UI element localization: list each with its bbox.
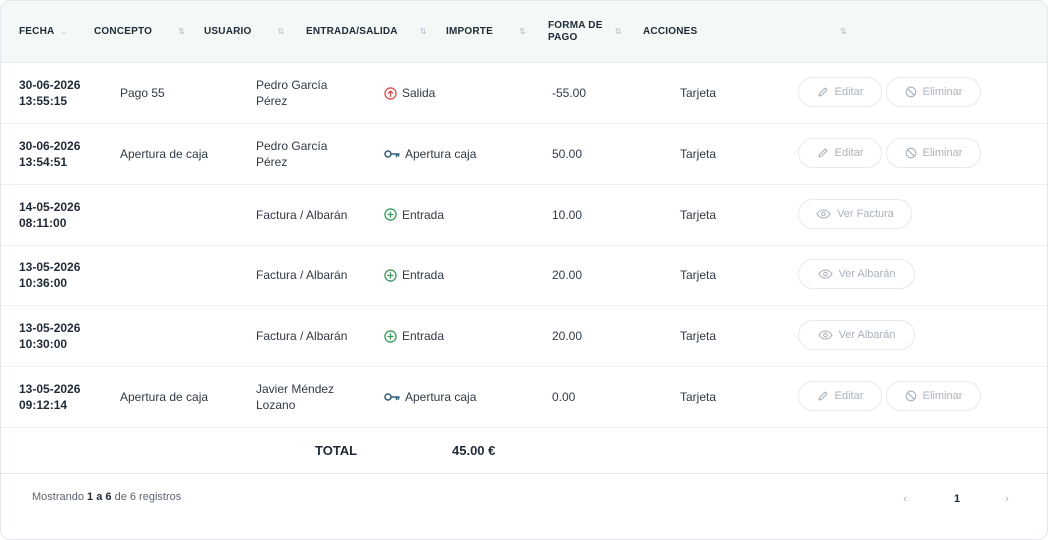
sort-icon: ⇅ — [614, 27, 622, 36]
header-importe[interactable]: IMPORTE ⇅ — [446, 1, 526, 62]
sort-icon: ⇅ — [518, 27, 526, 36]
cell-fecha: 13-05-2026 10:36:00 — [19, 260, 81, 291]
cell-forma-pago: Tarjeta — [680, 207, 717, 222]
view-delivery-note-button[interactable]: Ver Albarán — [798, 320, 915, 351]
cell-concepto: Pago 55 — [120, 86, 165, 100]
header-concepto[interactable]: CONCEPTO ⇅ — [94, 1, 185, 62]
cell-concepto: Apertura de caja — [120, 146, 209, 161]
cell-usuario: Factura / Albarán — [256, 268, 348, 283]
delete-button[interactable]: Eliminar — [886, 77, 981, 107]
cell-importe: 50.00 — [552, 146, 583, 161]
sort-icon: ⇅ — [419, 27, 427, 36]
cell-fecha: 30-06-2026 13:55:15 — [19, 78, 81, 108]
delete-button[interactable]: Eliminar — [886, 381, 981, 411]
table-row: 14-05-2026 08:11:00 Factura / Albarán Entra… — [1, 185, 1047, 246]
table-row: 13-05-2026 10:36:00 Factura / Albarán Entra… — [1, 245, 1047, 307]
page-1-button[interactable]: 1 — [947, 487, 967, 511]
ban-icon — [905, 390, 917, 402]
cell-forma-pago: Tarjeta — [680, 390, 717, 404]
edit-button[interactable]: Editar — [798, 77, 882, 107]
cash-movements-card: FECHA ⌄ CONCEPTO ⇅ USUARIO ⇅ ENTRADA/SAL… — [0, 0, 1048, 540]
table-row: 13-05-2026 10:30:00 Factura / Albarán Entra… — [1, 306, 1047, 368]
sort-desc-icon: ⌄ — [60, 27, 68, 36]
table-header: FECHA ⌄ CONCEPTO ⇅ USUARIO ⇅ ENTRADA/SAL… — [1, 1, 1047, 63]
cell-fecha: 30-06-2026 13:54:51 — [19, 138, 81, 169]
header-acciones: ACCIONES — [643, 26, 698, 37]
pencil-icon — [817, 147, 829, 159]
table-row: 30-06-2026 13:54:51 Apertura de caja Pedro … — [1, 124, 1047, 185]
records-info: Mostrando 1 a 6 de 6 registros — [32, 491, 182, 503]
cell-usuario: Pedro García Pérez — [256, 138, 328, 169]
cell-forma-pago: Tarjeta — [680, 329, 717, 344]
edit-button[interactable]: Editar — [798, 381, 882, 411]
header-entrada-salida[interactable]: ENTRADA/SALIDA ⇅ — [306, 1, 427, 62]
cell-importe: 20.00 — [552, 329, 583, 344]
cell-entrada-salida: Salida — [384, 63, 435, 123]
cell-usuario: Factura / Albarán — [256, 329, 348, 344]
plus-circle-icon — [384, 208, 397, 221]
total-label: TOTAL — [315, 442, 358, 458]
plus-circle-icon — [384, 329, 397, 343]
header-forma-pago[interactable]: FORMA DE PAGO ⇅ — [548, 1, 648, 62]
cell-forma-pago: Tarjeta — [680, 86, 717, 100]
sort-icon: ⇅ — [277, 27, 285, 36]
cell-fecha: 13-05-2026 10:30:00 — [19, 321, 81, 352]
cell-entrada-salida: Entrada — [384, 245, 444, 305]
prev-page-button[interactable]: ‹ — [897, 487, 913, 511]
cell-usuario: Pedro García Pérez — [256, 78, 328, 108]
table-row: 30-06-2026 13:55:15 Pago 55 Pedro García Pér… — [1, 63, 1047, 124]
header-usuario[interactable]: USUARIO ⇅ — [204, 1, 284, 62]
cell-fecha: 13-05-2026 09:12:14 — [19, 382, 81, 412]
cell-forma-pago: Tarjeta — [680, 146, 717, 161]
cell-importe: 0.00 — [552, 390, 576, 404]
eye-icon — [816, 209, 831, 219]
header-fecha[interactable]: FECHA ⌄ — [19, 1, 67, 62]
eye-icon — [817, 330, 833, 340]
key-icon — [384, 392, 400, 402]
key-icon — [384, 149, 400, 159]
pencil-icon — [817, 86, 829, 98]
next-page-button[interactable]: › — [999, 487, 1015, 511]
table-row: 13-05-2026 09:12:14 Apertura de caja Javier… — [1, 367, 1047, 428]
view-invoice-button[interactable]: Ver Factura — [798, 198, 912, 229]
pencil-icon — [817, 390, 829, 402]
view-delivery-note-button[interactable]: Ver Albarán — [798, 259, 915, 290]
cell-entrada-salida: Entrada — [384, 306, 444, 366]
edit-button[interactable]: Editar — [798, 137, 882, 168]
eye-icon — [817, 269, 833, 279]
plus-circle-icon — [384, 269, 397, 282]
cell-importe: 20.00 — [552, 268, 583, 283]
header-extra-sort[interactable]: ⇅ — [834, 1, 847, 62]
total-row: TOTAL 45.00 € — [1, 427, 1047, 474]
cell-forma-pago: Tarjeta — [680, 268, 717, 283]
delete-button[interactable]: Eliminar — [886, 137, 981, 168]
ban-icon — [905, 147, 917, 159]
ban-icon — [905, 86, 917, 98]
cell-usuario: Javier Méndez Lozano — [256, 382, 335, 412]
sort-icon: ⇅ — [840, 27, 847, 36]
cell-importe: 10.00 — [552, 207, 583, 222]
cell-entrada-salida: Entrada — [384, 185, 444, 245]
total-value: 45.00 € — [452, 442, 496, 458]
cell-importe: -55.00 — [552, 86, 587, 100]
cell-usuario: Factura / Albarán — [256, 207, 348, 222]
cell-fecha: 14-05-2026 08:11:00 — [19, 199, 81, 230]
cell-entrada-salida: Apertura caja — [384, 367, 476, 427]
arrow-up-circle-icon — [384, 86, 397, 100]
cell-entrada-salida: Apertura caja — [384, 124, 476, 184]
sort-icon: ⇅ — [178, 27, 185, 36]
cell-concepto: Apertura de caja — [120, 390, 209, 404]
